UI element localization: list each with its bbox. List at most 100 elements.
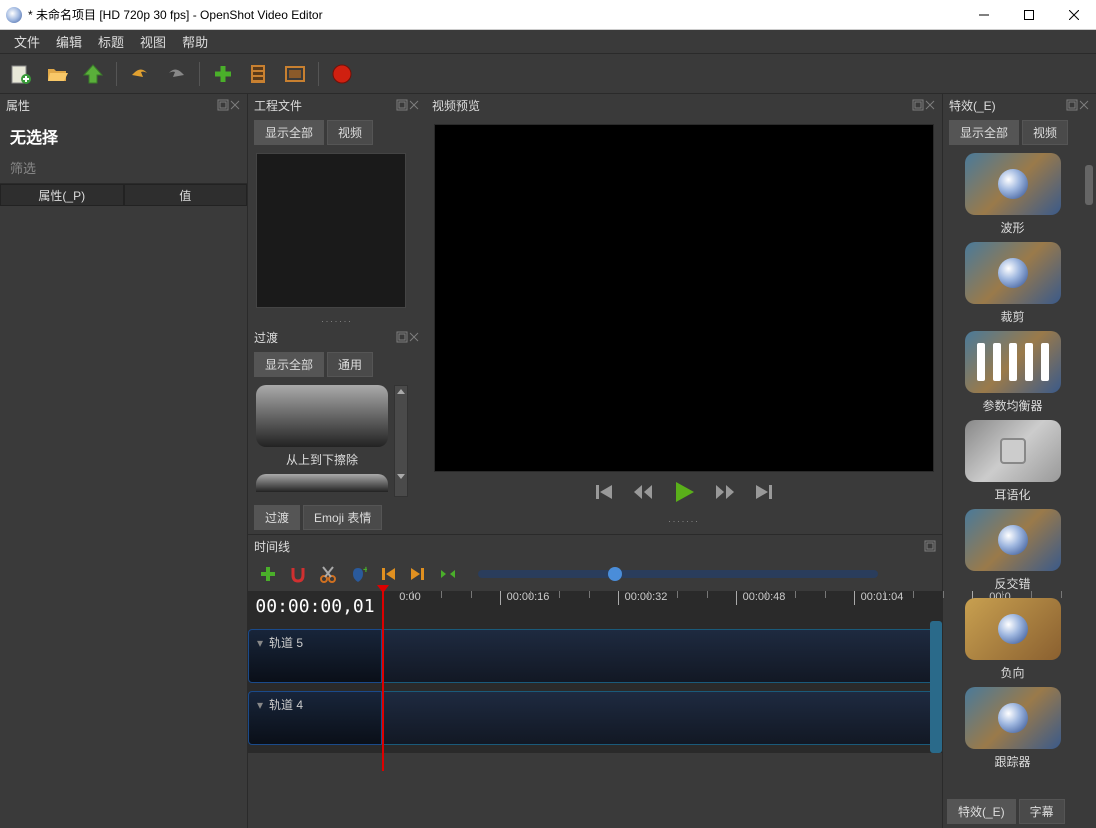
tab-effects[interactable]: 特效(_E): [947, 799, 1016, 824]
transition-label: 从上到下擦除: [256, 451, 388, 468]
timeline-ruler[interactable]: 0:0000:00:1600:00:3200:00:4800:01:0400:0: [382, 591, 942, 621]
menu-help[interactable]: 帮助: [174, 30, 216, 53]
preview-header: 视频预览: [426, 94, 942, 116]
track-header[interactable]: ▾轨道 5: [248, 629, 382, 683]
effect-item[interactable]: 负向: [947, 598, 1078, 681]
panel-float-icon[interactable]: [396, 99, 408, 111]
transitions-panel: 过渡 显示全部 通用 从上到下擦除: [248, 326, 426, 534]
zoom-slider[interactable]: [478, 570, 878, 578]
effects-filter-tabs: 显示全部 视频: [943, 116, 1096, 149]
tab-fx-video[interactable]: 视频: [1022, 120, 1068, 145]
next-marker-button[interactable]: [408, 564, 428, 584]
drag-handle-icon[interactable]: .......: [434, 512, 934, 526]
ruler-tick-minor: [943, 591, 944, 598]
timeline-header: 时间线: [248, 535, 942, 557]
ruler-tick-minor: [766, 591, 767, 598]
timeline-timecode[interactable]: 00:00:00,01: [248, 596, 382, 617]
tab-common-trans[interactable]: 通用: [327, 352, 373, 377]
track-body[interactable]: [382, 691, 934, 745]
new-project-button[interactable]: [8, 61, 34, 87]
center-area: 工程文件 显示全部 视频 ....... 过渡: [248, 94, 942, 828]
add-marker-button[interactable]: +: [348, 564, 368, 584]
properties-filter-input[interactable]: 筛选: [0, 156, 247, 184]
timeline-title: 时间线: [254, 538, 290, 555]
maximize-button[interactable]: [1006, 0, 1051, 30]
fullscreen-button[interactable]: [282, 61, 308, 87]
ruler-tick-minor: [795, 591, 796, 598]
project-files-list[interactable]: [256, 153, 406, 308]
ruler-tick-minor: [913, 591, 914, 598]
panel-close-icon[interactable]: [408, 99, 420, 111]
minimize-button[interactable]: [961, 0, 1006, 30]
preview-area: .......: [426, 116, 942, 534]
column-property[interactable]: 属性(_P): [0, 184, 124, 206]
effect-item[interactable]: 裁剪: [947, 242, 1078, 325]
track-body[interactable]: [382, 629, 934, 683]
transitions-grid: 从上到下擦除: [248, 381, 426, 501]
panel-float-icon[interactable]: [924, 540, 936, 552]
transitions-scrollbar[interactable]: [394, 385, 408, 497]
jump-end-button[interactable]: [754, 482, 774, 502]
effects-header: 特效(_E): [943, 94, 1096, 116]
rewind-button[interactable]: [632, 482, 654, 502]
close-button[interactable]: [1051, 0, 1096, 30]
effect-item[interactable]: 反交错: [947, 509, 1078, 592]
effect-item[interactable]: 耳语化: [947, 420, 1078, 503]
snapping-button[interactable]: [288, 564, 308, 584]
play-button[interactable]: [672, 480, 696, 504]
fast-forward-button[interactable]: [714, 482, 736, 502]
drag-handle-icon[interactable]: .......: [248, 312, 426, 326]
tab-fx-show-all[interactable]: 显示全部: [949, 120, 1019, 145]
import-files-button[interactable]: [210, 61, 236, 87]
add-track-button[interactable]: [258, 564, 278, 584]
save-project-button[interactable]: [80, 61, 106, 87]
panel-close-icon[interactable]: [1078, 99, 1090, 111]
menu-file[interactable]: 文件: [6, 30, 48, 53]
open-project-button[interactable]: [44, 61, 70, 87]
effects-scrollbar[interactable]: [1082, 149, 1096, 795]
undo-button[interactable]: [127, 61, 153, 87]
razor-button[interactable]: [318, 564, 338, 584]
timeline-vertical-scrollbar[interactable]: [930, 621, 942, 753]
tab-subtitles[interactable]: 字幕: [1019, 799, 1065, 824]
tab-show-all-trans[interactable]: 显示全部: [254, 352, 324, 377]
zoom-slider-knob[interactable]: [608, 567, 622, 581]
tab-show-all[interactable]: 显示全部: [254, 120, 324, 145]
effect-label: 跟踪器: [947, 753, 1078, 770]
menu-edit[interactable]: 编辑: [48, 30, 90, 53]
ruler-label: 00:00:32: [625, 591, 668, 603]
track-header[interactable]: ▾轨道 4: [248, 691, 382, 745]
panel-float-icon[interactable]: [217, 99, 229, 111]
playback-controls: [434, 472, 934, 512]
effect-item[interactable]: 波形: [947, 153, 1078, 236]
prev-marker-button[interactable]: [378, 564, 398, 584]
center-playhead-button[interactable]: [438, 564, 458, 584]
tab-transitions[interactable]: 过渡: [254, 505, 300, 530]
properties-no-selection: 无选择: [0, 116, 247, 156]
app-icon: [6, 7, 22, 23]
column-value[interactable]: 值: [124, 184, 248, 206]
ruler-tick-minor: [707, 591, 708, 598]
panel-float-icon[interactable]: [1066, 99, 1078, 111]
menu-title[interactable]: 标题: [90, 30, 132, 53]
export-video-button[interactable]: [329, 61, 355, 87]
panel-close-icon[interactable]: [408, 331, 420, 343]
preview-viewport[interactable]: [434, 124, 934, 472]
jump-start-button[interactable]: [594, 482, 614, 502]
tab-video[interactable]: 视频: [327, 120, 373, 145]
project-files-panel: 工程文件 显示全部 视频 .......: [248, 94, 426, 326]
ruler-tick-minor: [677, 591, 678, 598]
preview-title: 视频预览: [432, 97, 480, 114]
effect-item[interactable]: 跟踪器: [947, 687, 1078, 770]
effect-item[interactable]: 参数均衡器: [947, 331, 1078, 414]
panel-close-icon[interactable]: [229, 99, 241, 111]
menu-view[interactable]: 视图: [132, 30, 174, 53]
panel-float-icon[interactable]: [912, 99, 924, 111]
panel-float-icon[interactable]: [396, 331, 408, 343]
panel-close-icon[interactable]: [924, 99, 936, 111]
profile-button[interactable]: [246, 61, 272, 87]
redo-button[interactable]: [163, 61, 189, 87]
transition-item[interactable]: 从上到下擦除: [256, 385, 388, 497]
tab-emoji[interactable]: Emoji 表情: [303, 505, 382, 530]
effect-label: 波形: [947, 219, 1078, 236]
